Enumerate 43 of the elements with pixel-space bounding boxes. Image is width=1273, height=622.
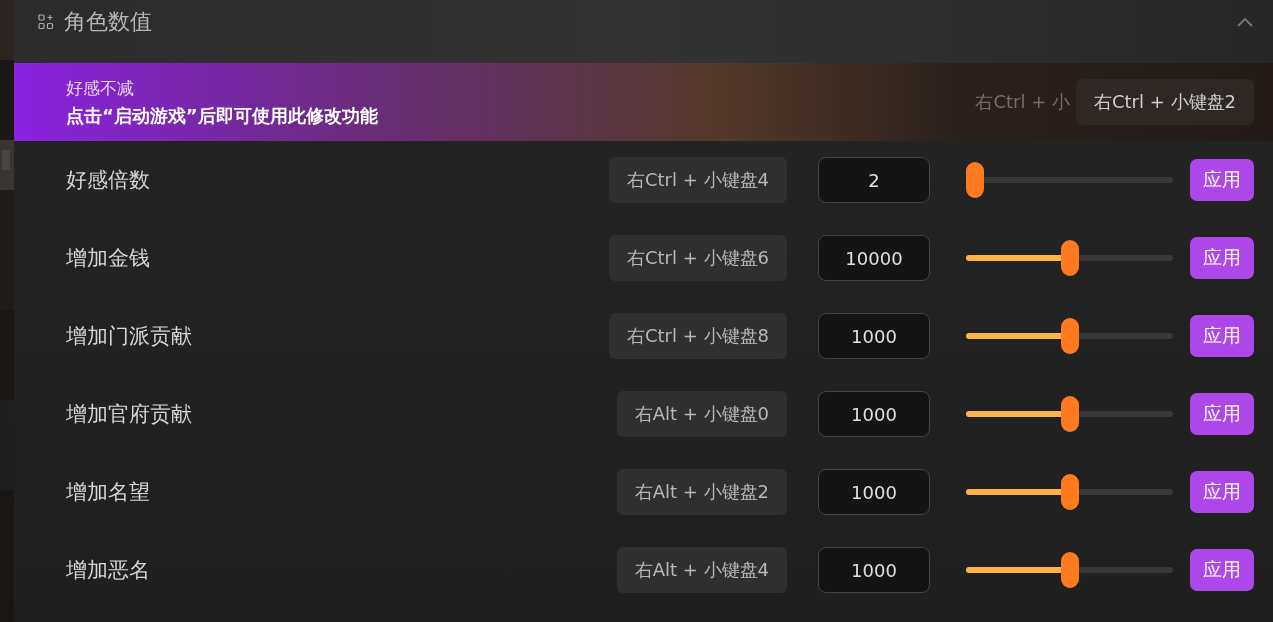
hotkey-label: 右Alt + 小键盘0 xyxy=(616,391,787,437)
hotkey-label: 右Ctrl + 小键盘6 xyxy=(609,235,787,281)
hotkey-label: 右Ctrl + 小键盘4 xyxy=(609,157,787,203)
slider[interactable] xyxy=(966,396,1173,432)
feature-label: 好感倍数 xyxy=(66,167,151,194)
value-field[interactable]: 1000 xyxy=(818,469,930,515)
feature-note: 点击“启动游戏”后即可使用此修改功能 xyxy=(66,103,379,128)
slider[interactable] xyxy=(966,552,1173,588)
feature-label: 增加名望 xyxy=(66,479,151,506)
value-field[interactable]: 10000 xyxy=(818,235,930,281)
hotkey-label: 右Alt + 小键盘2 xyxy=(616,469,787,515)
apply-button[interactable]: 应用 xyxy=(1190,549,1254,591)
hotkey-text: 右Ctrl + 小 xyxy=(975,90,1070,114)
section-title: 角色数值 xyxy=(64,7,153,36)
hotkey-label: 右Ctrl + 小键盘2 xyxy=(1076,79,1254,125)
apps-icon xyxy=(38,13,54,30)
slider-thumb[interactable] xyxy=(1060,396,1079,432)
slider-thumb[interactable] xyxy=(1060,318,1079,354)
apply-button[interactable]: 应用 xyxy=(1190,159,1254,201)
feature-label: 增加恶名 xyxy=(66,557,151,584)
feature-label: 增加官府贡献 xyxy=(66,401,193,428)
slider[interactable] xyxy=(966,162,1173,198)
feature-label: 增加门派贡献 xyxy=(66,323,193,350)
value-field[interactable]: 1000 xyxy=(818,547,930,593)
value-field[interactable]: 1000 xyxy=(818,391,930,437)
slider-thumb[interactable] xyxy=(966,162,984,198)
slider-thumb[interactable] xyxy=(1060,552,1079,588)
apply-button[interactable]: 应用 xyxy=(1190,393,1254,435)
value-field[interactable]: 1000 xyxy=(818,313,930,359)
slider[interactable] xyxy=(966,240,1173,276)
slider-thumb[interactable] xyxy=(1060,240,1079,276)
slider[interactable] xyxy=(966,474,1173,510)
feature-title: 好感不减 xyxy=(66,76,135,100)
collapse-icon[interactable] xyxy=(1237,16,1253,27)
slider-thumb[interactable] xyxy=(1060,474,1079,510)
apply-button[interactable]: 应用 xyxy=(1190,315,1254,357)
apply-button[interactable]: 应用 xyxy=(1190,471,1254,513)
slider[interactable] xyxy=(966,318,1173,354)
hotkey-label: 右Ctrl + 小键盘8 xyxy=(609,313,787,359)
apply-button[interactable]: 应用 xyxy=(1190,237,1254,279)
value-field[interactable]: 2 xyxy=(818,157,930,203)
feature-label: 增加金钱 xyxy=(66,245,151,272)
hotkey-label: 右Alt + 小键盘4 xyxy=(616,547,787,593)
